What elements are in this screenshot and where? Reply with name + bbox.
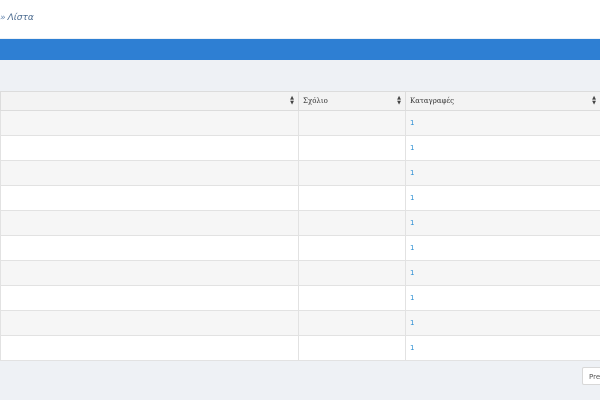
table-cell — [0, 335, 299, 361]
table-cell — [0, 185, 299, 211]
sort-icon[interactable]: ▲ ▼ — [397, 96, 401, 106]
table-cell — [0, 135, 299, 161]
table-cell: 1 — [405, 160, 600, 186]
table-cell: 1 — [405, 185, 600, 211]
table-cell — [0, 260, 299, 286]
table-cell: 1 — [405, 210, 600, 236]
portlet-header-bar — [0, 39, 600, 60]
table-cell — [0, 310, 299, 336]
breadcrumb: » Λίστα — [0, 13, 34, 23]
table-row: 1 — [0, 110, 600, 136]
table-row: 1 — [0, 285, 600, 311]
column-header-name[interactable]: ▲ ▼ — [0, 91, 299, 111]
breadcrumb-current: Λίστα — [7, 13, 34, 23]
table-cell — [298, 285, 406, 311]
records-count-link[interactable]: 1 — [410, 294, 414, 302]
table-row: 1 — [0, 260, 600, 286]
records-count-link[interactable]: 1 — [410, 219, 414, 227]
table-row: 1 — [0, 310, 600, 336]
breadcrumb-separator: » — [0, 13, 6, 23]
table-cell — [0, 110, 299, 136]
column-header-records[interactable]: Καταγραφές ▲ ▼ — [405, 91, 600, 111]
records-count-link[interactable]: 1 — [410, 194, 414, 202]
table-cell — [298, 235, 406, 261]
table-cell — [298, 310, 406, 336]
table-cell — [0, 210, 299, 236]
records-count-link[interactable]: 1 — [410, 269, 414, 277]
table-cell — [0, 285, 299, 311]
table-cell: 1 — [405, 235, 600, 261]
table-cell — [0, 235, 299, 261]
records-count-link[interactable]: 1 — [410, 319, 414, 327]
previous-page-button[interactable]: Pre — [582, 367, 600, 385]
records-count-link[interactable]: 1 — [410, 144, 414, 152]
table-cell: 1 — [405, 135, 600, 161]
table-cell — [298, 135, 406, 161]
table-cell — [298, 210, 406, 236]
table-row: 1 — [0, 210, 600, 236]
table-cell: 1 — [405, 260, 600, 286]
table-cell — [0, 160, 299, 186]
table-header-row: ▲ ▼ Σχόλιο ▲ ▼ Καταγραφές ▲ ▼ — [0, 91, 600, 111]
table-footer — [0, 361, 600, 400]
table-row: 1 — [0, 185, 600, 211]
table-cell — [298, 335, 406, 361]
toolbar-area — [0, 60, 600, 91]
column-header-label: Σχόλιο — [303, 97, 328, 105]
table-cell — [298, 260, 406, 286]
table-row: 1 — [0, 335, 600, 361]
table-row: 1 — [0, 135, 600, 161]
table-cell — [298, 160, 406, 186]
table-cell: 1 — [405, 310, 600, 336]
records-count-link[interactable]: 1 — [410, 169, 414, 177]
column-header-comment[interactable]: Σχόλιο ▲ ▼ — [298, 91, 406, 111]
table-cell — [298, 110, 406, 136]
sort-icon[interactable]: ▲ ▼ — [592, 96, 596, 106]
table-cell — [298, 185, 406, 211]
column-header-label: Καταγραφές — [410, 97, 455, 105]
records-count-link[interactable]: 1 — [410, 244, 414, 252]
table-cell: 1 — [405, 285, 600, 311]
records-table: ▲ ▼ Σχόλιο ▲ ▼ Καταγραφές ▲ ▼ 1 1 1 1 1 … — [0, 91, 600, 361]
records-count-link[interactable]: 1 — [410, 119, 414, 127]
sort-icon[interactable]: ▲ ▼ — [290, 96, 294, 106]
table-cell: 1 — [405, 110, 600, 136]
breadcrumb-bar: » Λίστα — [0, 0, 600, 38]
table-cell: 1 — [405, 335, 600, 361]
table-row: 1 — [0, 160, 600, 186]
records-count-link[interactable]: 1 — [410, 344, 414, 352]
table-row: 1 — [0, 235, 600, 261]
